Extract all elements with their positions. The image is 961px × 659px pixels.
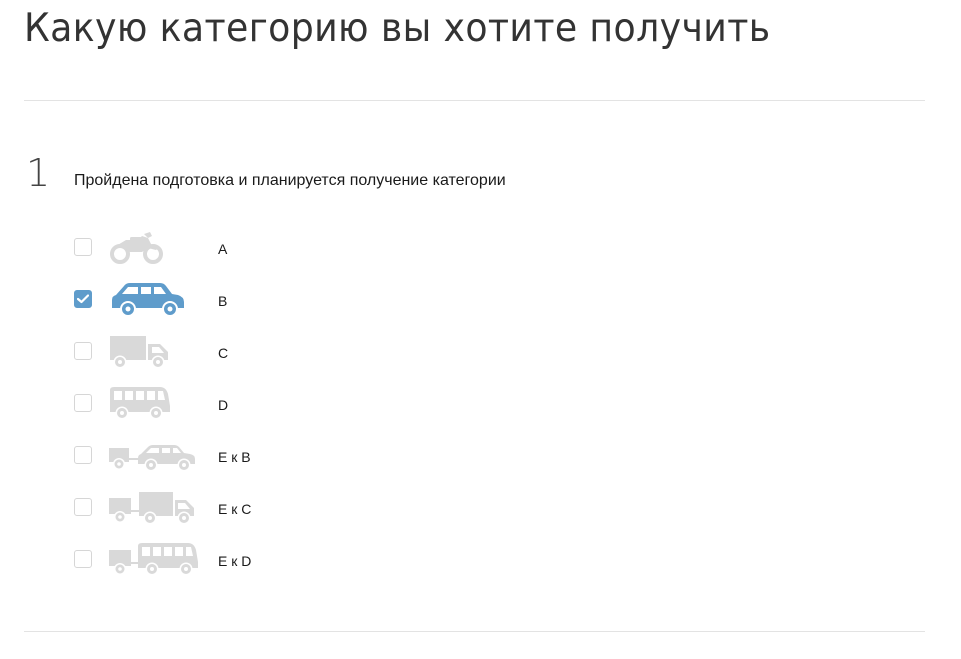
category-b-checkbox[interactable] bbox=[74, 290, 92, 308]
category-a-checkbox[interactable] bbox=[74, 238, 92, 256]
category-option-e-c[interactable]: E к C bbox=[74, 488, 374, 540]
category-option-b[interactable]: B bbox=[74, 280, 374, 332]
category-d-label: D bbox=[218, 397, 229, 413]
category-c-checkbox[interactable] bbox=[74, 342, 92, 360]
category-c-label: C bbox=[218, 345, 229, 361]
category-e-d-checkbox[interactable] bbox=[74, 550, 92, 568]
check-icon bbox=[77, 294, 89, 304]
top-divider bbox=[24, 100, 925, 101]
category-d-checkbox[interactable] bbox=[74, 394, 92, 412]
category-e-b-label: E к B bbox=[218, 449, 251, 465]
page-title: Какую категорию вы хотите получить bbox=[24, 6, 771, 51]
category-option-e-d[interactable]: E к D bbox=[74, 540, 374, 592]
car-icon bbox=[112, 283, 184, 317]
category-option-e-b[interactable]: E к B bbox=[74, 436, 374, 488]
bus-icon bbox=[110, 387, 170, 420]
step-heading: Пройдена подготовка и планируется получе… bbox=[74, 172, 506, 189]
bus-with-trailer-icon bbox=[109, 543, 198, 576]
category-option-a[interactable]: A bbox=[74, 228, 374, 280]
category-option-d[interactable]: D bbox=[74, 384, 374, 436]
category-e-d-label: E к D bbox=[218, 553, 252, 569]
category-list: A B C D E к B E к C E к D bbox=[74, 228, 374, 592]
motorcycle-icon bbox=[110, 232, 163, 264]
truck-with-trailer-icon bbox=[109, 492, 194, 525]
category-e-b-checkbox[interactable] bbox=[74, 446, 92, 464]
car-with-trailer-icon bbox=[109, 445, 195, 472]
bottom-divider bbox=[24, 631, 925, 632]
category-e-c-checkbox[interactable] bbox=[74, 498, 92, 516]
step-number: 1 bbox=[26, 151, 51, 195]
truck-icon bbox=[110, 336, 168, 369]
category-b-label: B bbox=[218, 293, 228, 309]
category-option-c[interactable]: C bbox=[74, 332, 374, 384]
category-a-label: A bbox=[218, 241, 228, 257]
category-e-c-label: E к C bbox=[218, 501, 252, 517]
